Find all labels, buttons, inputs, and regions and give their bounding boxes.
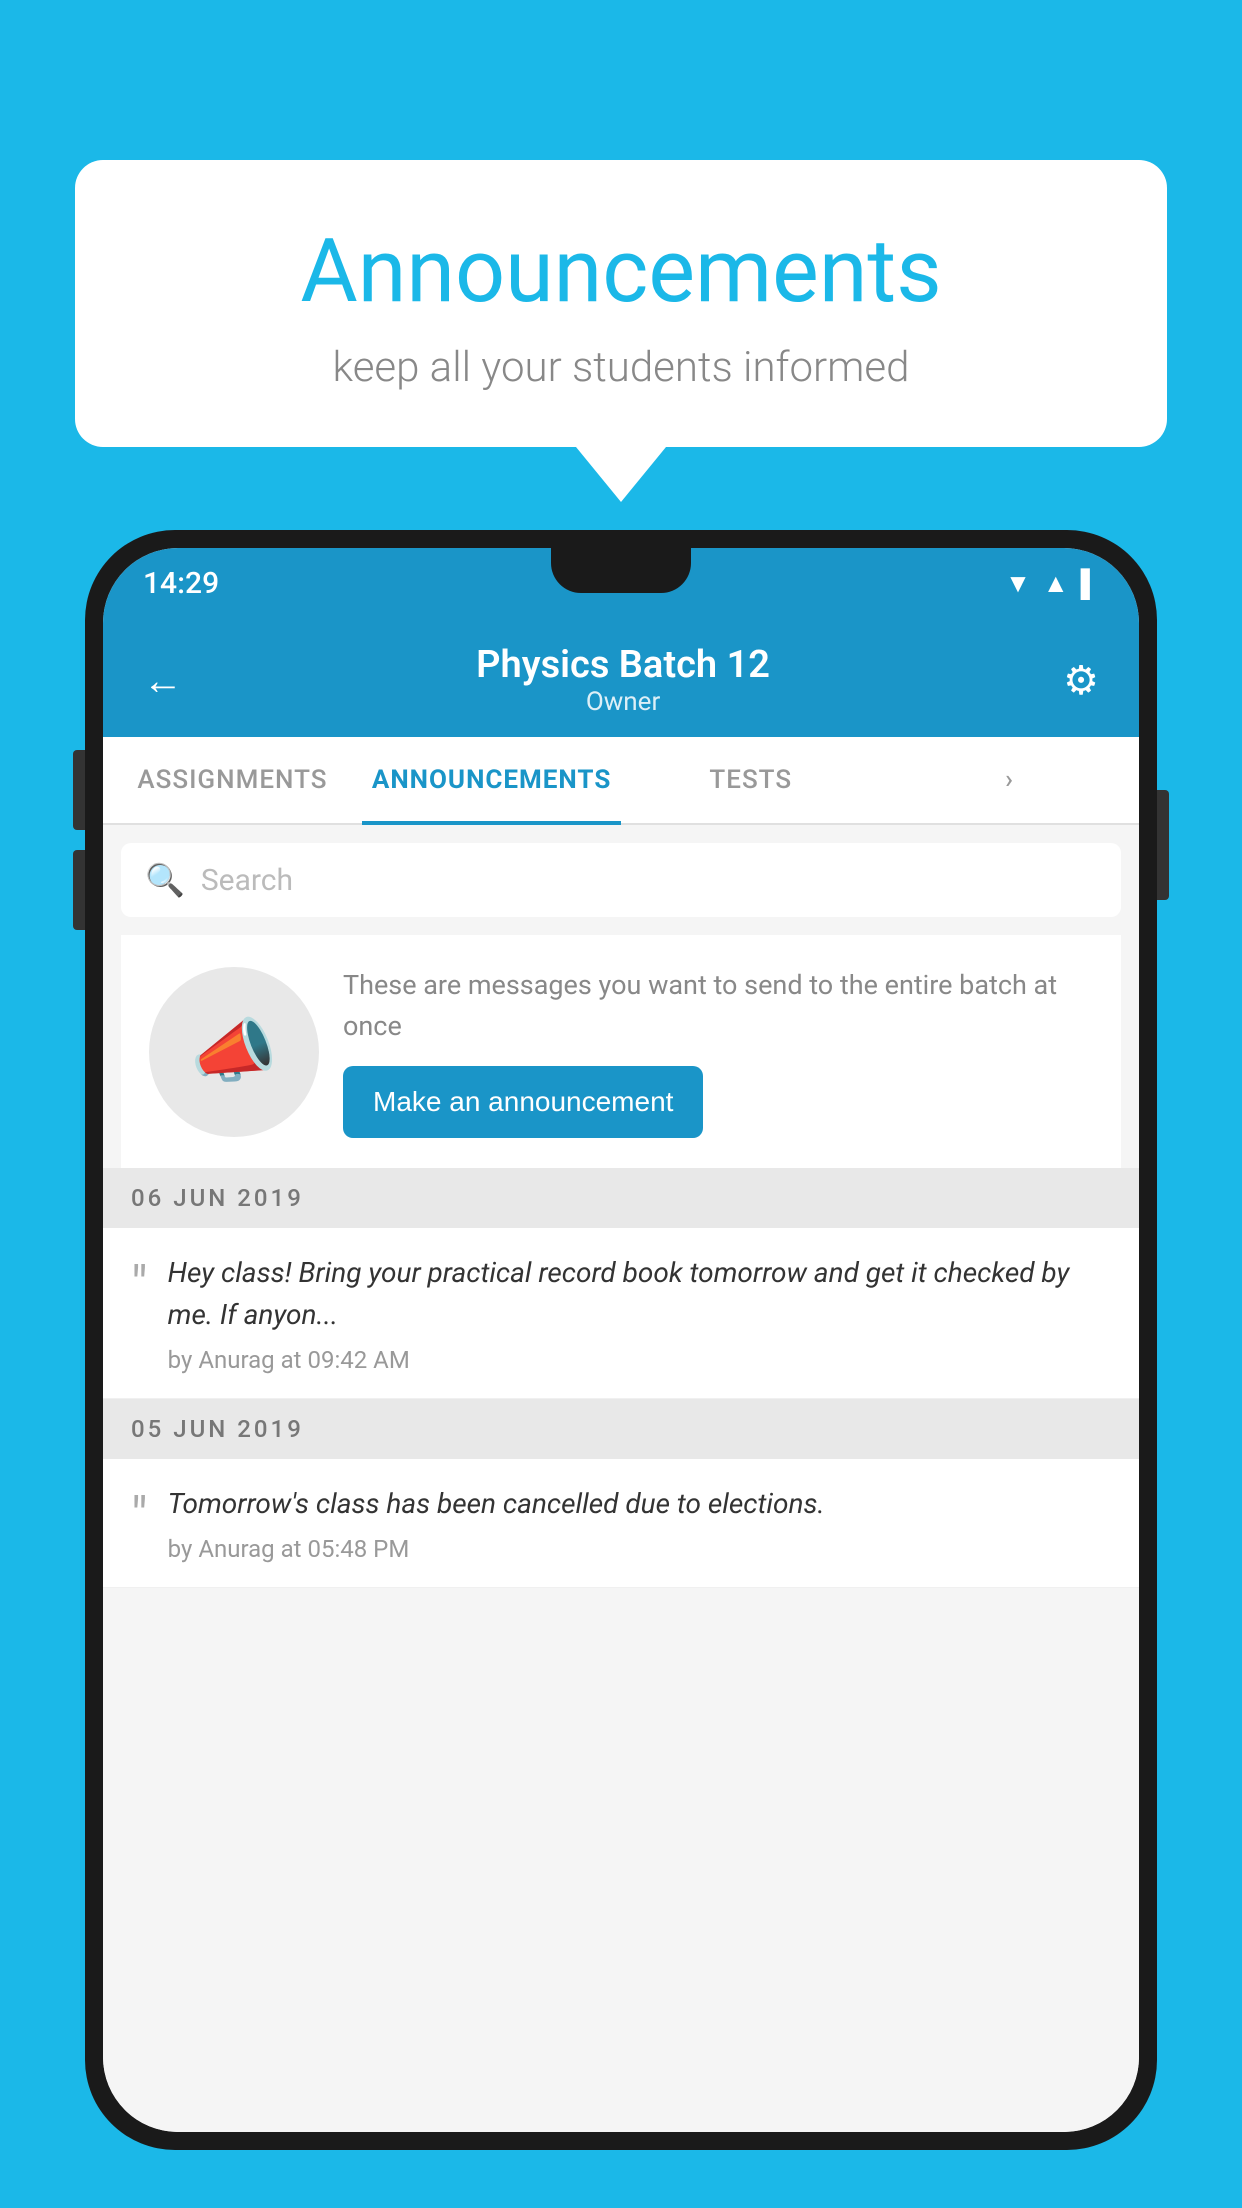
announcement-content-2: Tomorrow's class has been cancelled due … [168,1483,1111,1563]
tab-more[interactable]: › [880,737,1139,823]
promo-card: 📣 These are messages you want to send to… [121,935,1121,1168]
header-subtitle: Owner [476,687,770,717]
volume-down-button [73,850,85,930]
search-icon: 🔍 [145,861,185,899]
announcement-meta-2: by Anurag at 05:48 PM [168,1535,1111,1563]
bubble-subtitle: keep all your students informed [155,343,1087,392]
tab-tests[interactable]: TESTS [621,737,880,823]
date-separator-2: 05 JUN 2019 [103,1399,1139,1459]
bubble-title: Announcements [155,220,1087,323]
promo-content: These are messages you want to send to t… [343,965,1093,1138]
make-announcement-button[interactable]: Make an announcement [343,1066,703,1138]
phone-wrapper: 14:29 ▼ ▲ ▌ ← Physics Batch 12 Owner ⚙ [85,530,1157,2208]
status-icons: ▼ ▲ ▌ [1005,568,1099,599]
back-button[interactable]: ← [143,657,183,704]
power-button [1157,790,1169,900]
search-placeholder: Search [201,863,293,898]
phone-outer: 14:29 ▼ ▲ ▌ ← Physics Batch 12 Owner ⚙ [85,530,1157,2150]
header-title: Physics Batch 12 [476,643,770,687]
tabs-bar: ASSIGNMENTS ANNOUNCEMENTS TESTS › [103,737,1139,825]
announcement-text-2: Tomorrow's class has been cancelled due … [168,1483,1111,1525]
announcement-item-2[interactable]: " Tomorrow's class has been cancelled du… [103,1459,1139,1588]
phone-notch [551,548,691,593]
quote-icon-2: " [131,1491,148,1543]
wifi-icon: ▼ [1005,568,1031,599]
app-header: ← Physics Batch 12 Owner ⚙ [103,618,1139,737]
speech-bubble-section: Announcements keep all your students inf… [75,160,1167,502]
announcement-item-1[interactable]: " Hey class! Bring your practical record… [103,1228,1139,1399]
quote-icon-1: " [131,1260,148,1312]
promo-icon-circle: 📣 [149,967,319,1137]
signal-icon: ▲ [1043,568,1069,599]
battery-icon: ▌ [1081,568,1099,599]
tab-assignments[interactable]: ASSIGNMENTS [103,737,362,823]
megaphone-icon: 📣 [190,1011,277,1093]
search-bar[interactable]: 🔍 Search [121,843,1121,917]
phone-screen: 14:29 ▼ ▲ ▌ ← Physics Batch 12 Owner ⚙ [103,548,1139,2132]
volume-up-button [73,750,85,830]
announcement-content-1: Hey class! Bring your practical record b… [168,1252,1111,1374]
bubble-arrow [576,447,666,502]
tab-announcements[interactable]: ANNOUNCEMENTS [362,737,621,823]
announcement-text-1: Hey class! Bring your practical record b… [168,1252,1111,1336]
speech-bubble: Announcements keep all your students inf… [75,160,1167,447]
date-separator-1: 06 JUN 2019 [103,1168,1139,1228]
header-center: Physics Batch 12 Owner [476,643,770,717]
announcement-meta-1: by Anurag at 09:42 AM [168,1346,1111,1374]
promo-text: These are messages you want to send to t… [343,965,1093,1046]
content-area: 🔍 Search 📣 These are messages you want t… [103,825,1139,2132]
status-time: 14:29 [143,566,219,601]
settings-icon[interactable]: ⚙ [1063,657,1099,704]
